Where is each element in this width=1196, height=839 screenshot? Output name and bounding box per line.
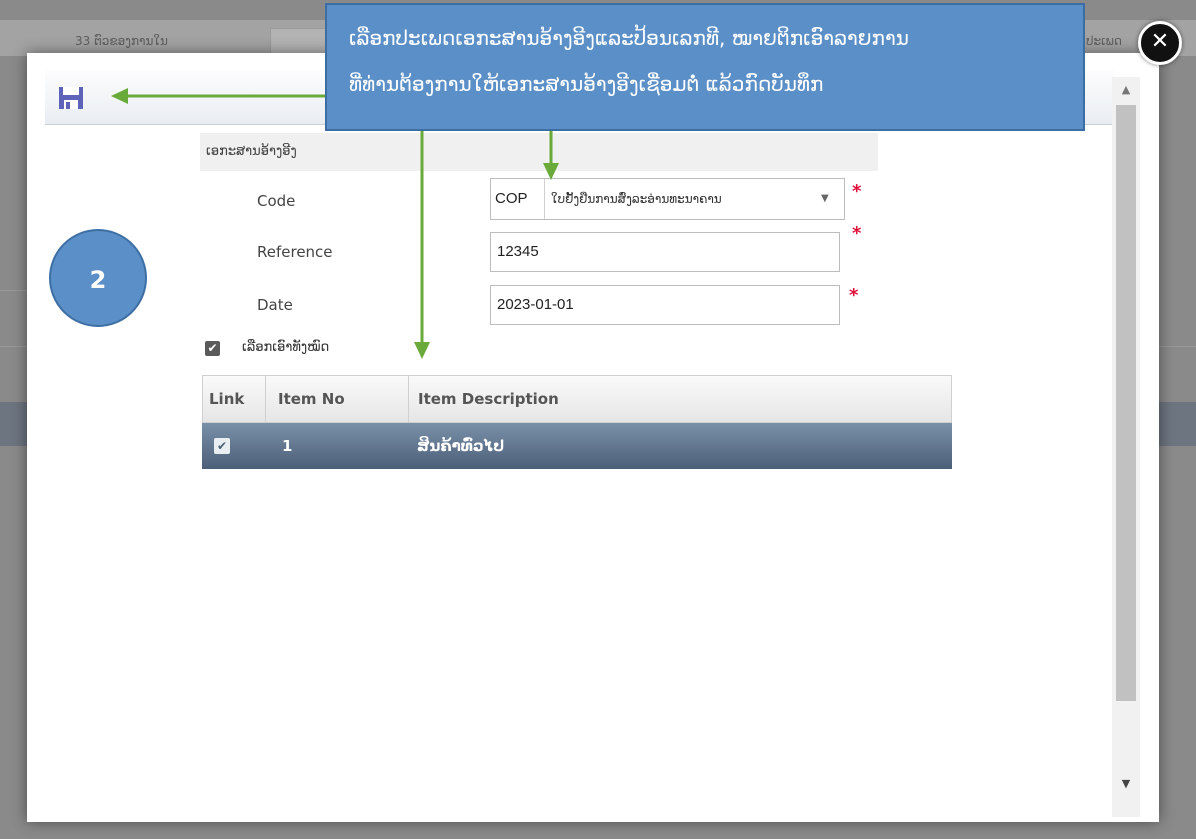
close-icon[interactable]: ✕ — [1138, 21, 1182, 65]
callout-line: ທີ່ທ່ານຕ້ອງການໃຫ້ເອກະສານອ້າງອີງເຊື່ອມຕໍ່… — [349, 72, 824, 96]
callout-line: ເລືອກປະເພດເອກະສານອ້າງອີງແລະປ້ອນເລກທີ, ໝາ… — [349, 26, 909, 50]
instruction-callout: ເລືອກປະເພດເອກະສານອ້າງອີງແລະປ້ອນເລກທີ, ໝາ… — [325, 3, 1085, 131]
